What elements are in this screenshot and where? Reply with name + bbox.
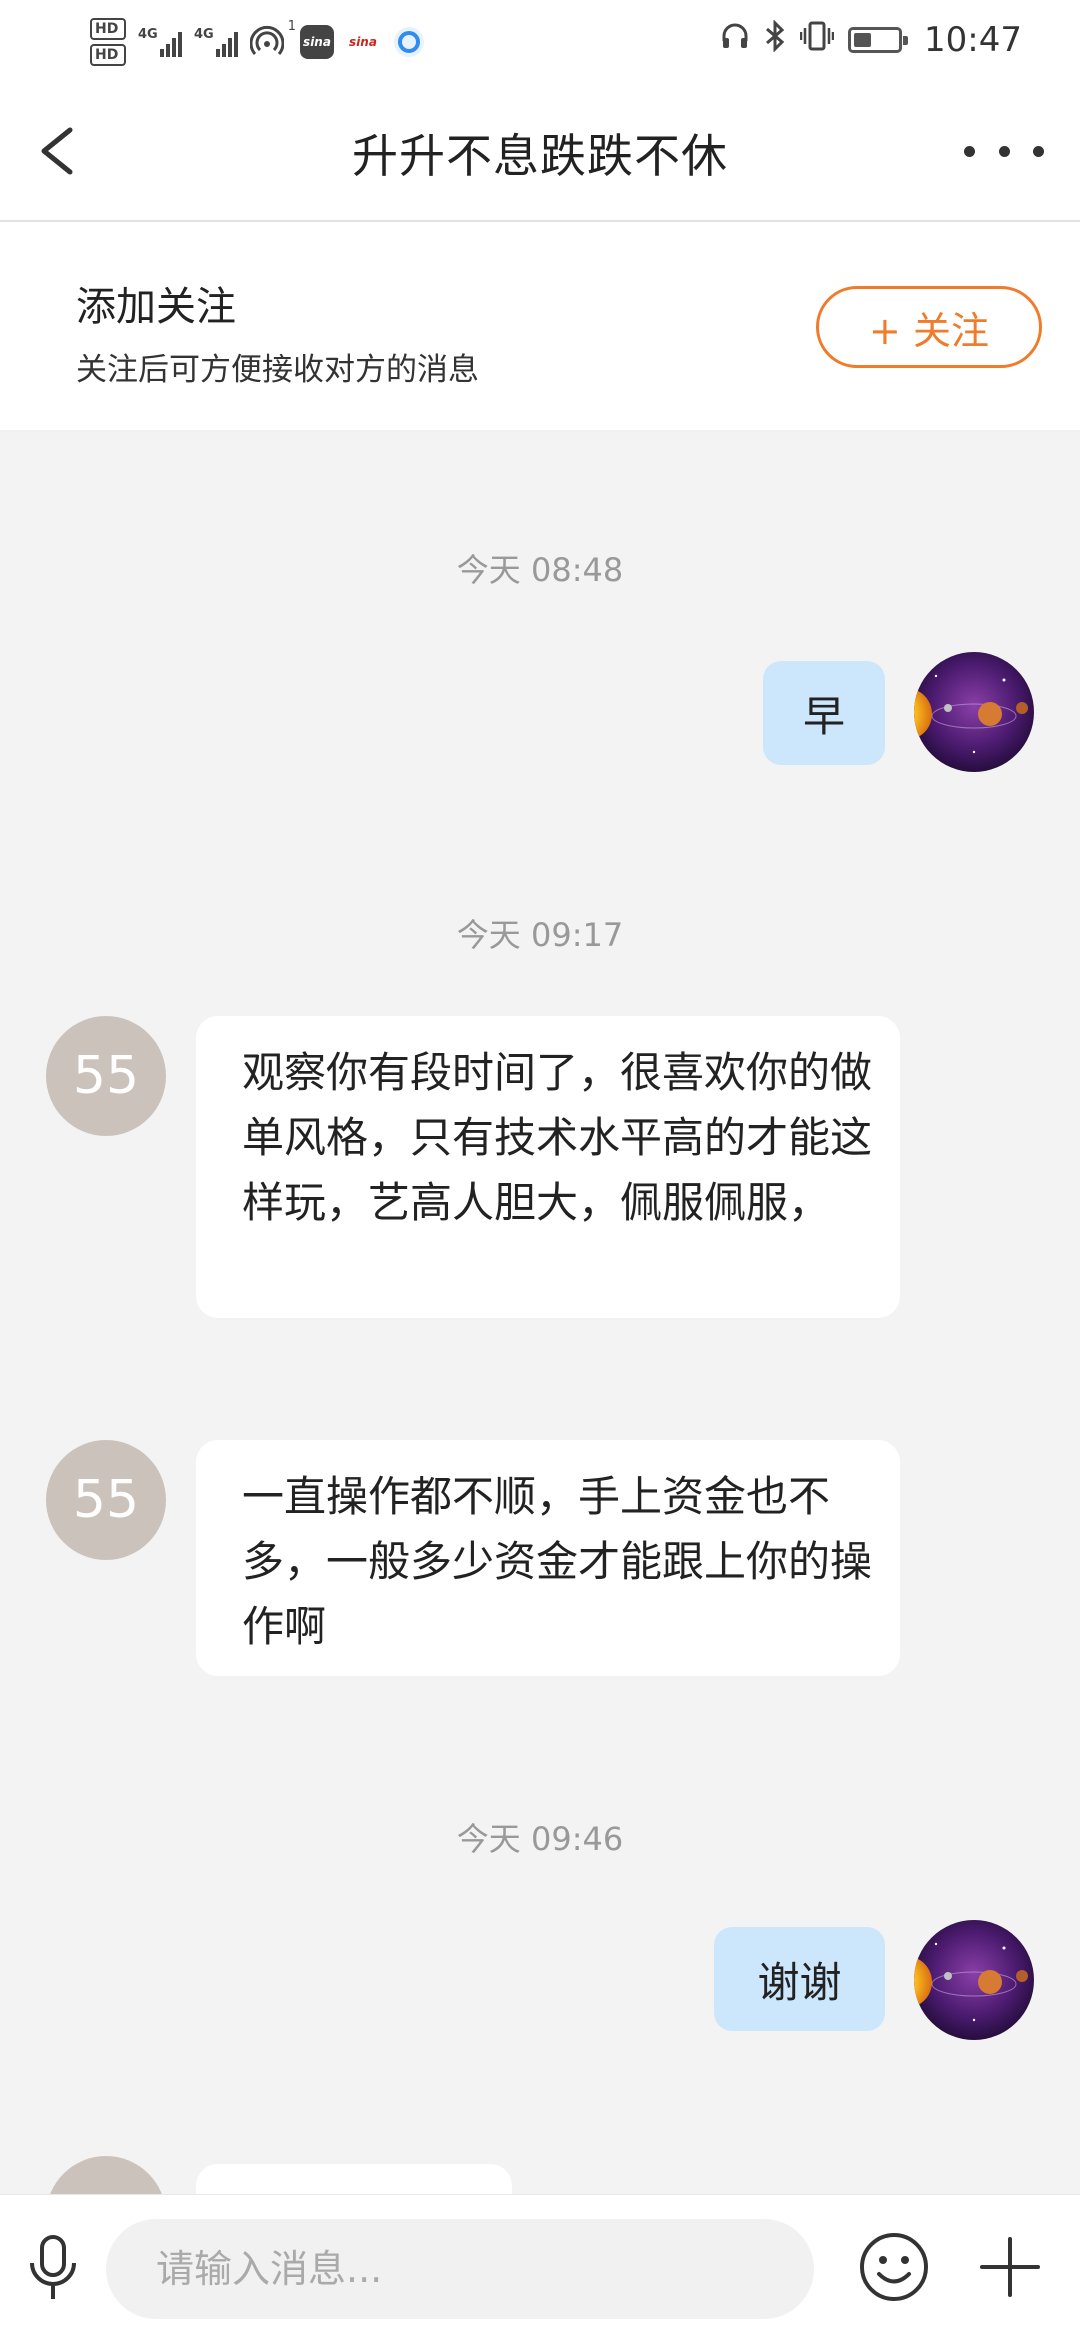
page-title: 升升不息跌跌不休 — [352, 129, 728, 183]
planet-avatar-image — [914, 1920, 1034, 2040]
message-bubble-incoming[interactable]: 一直操作都不顺，手上资金也不多，一般多少资金才能跟上你的操作啊 — [196, 1440, 900, 1676]
timestamp: 今天 09:46 — [456, 1820, 624, 1858]
follow-subtitle: 关注后可方便接收对方的消息 — [76, 352, 479, 388]
planet-avatar-image — [914, 652, 1034, 772]
follow-button[interactable]: + 关注 — [816, 286, 1042, 368]
hotspot-count: 1 — [287, 19, 296, 34]
signal-icon-2: 4G — [194, 27, 238, 57]
timestamp: 今天 09:17 — [456, 916, 624, 954]
message-input[interactable] — [106, 2219, 814, 2319]
chat-area[interactable]: 今天 08:48 早 今天 09:17 55 观察你有段时间了，很喜欢你的做单风… — [0, 430, 1080, 2194]
browser-app-icon — [392, 25, 426, 59]
more-actions-button[interactable] — [978, 2235, 1042, 2299]
status-bar: HD HD 4G 4G 1 sina sina 10:47 — [0, 0, 1080, 80]
voice-button[interactable] — [22, 2233, 84, 2303]
message-bubble-incoming-partial[interactable] — [196, 2164, 512, 2194]
vibrate-icon — [799, 20, 835, 61]
status-right: 10:47 — [720, 14, 1022, 66]
status-time: 10:47 — [924, 20, 1022, 60]
weibo-app-icon-2: sina — [349, 35, 377, 49]
my-avatar[interactable] — [914, 1920, 1034, 2040]
message-bubble-incoming[interactable]: 观察你有段时间了，很喜欢你的做单风格，只有技术水平高的才能这样玩，艺高人胆大，佩… — [196, 1016, 900, 1318]
contact-avatar[interactable]: 55 — [46, 1016, 166, 1136]
message-bubble-outgoing[interactable]: 早 — [763, 661, 885, 765]
network-type-1: 4G — [138, 27, 158, 42]
follow-card: 添加关注 关注后可方便接收对方的消息 + 关注 — [0, 222, 1080, 430]
signal-icon-1: 4G — [138, 27, 182, 57]
microphone-icon — [30, 2235, 76, 2299]
plus-icon — [980, 2237, 1040, 2297]
emoji-icon — [860, 2233, 928, 2301]
more-button[interactable] — [964, 126, 1044, 176]
hd-indicators: HD HD — [90, 18, 126, 66]
emoji-button[interactable] — [858, 2231, 930, 2303]
hd-badge-2: HD — [90, 44, 126, 66]
battery-icon — [848, 27, 909, 53]
status-left: HD HD 4G 4G 1 sina sina — [90, 12, 426, 72]
network-type-2: 4G — [194, 27, 214, 42]
contact-avatar-partial[interactable] — [46, 2156, 166, 2194]
follow-title: 添加关注 — [76, 284, 236, 330]
chat-header: 升升不息跌跌不休 — [0, 80, 1080, 222]
my-avatar[interactable] — [914, 652, 1034, 772]
more-dots-icon — [964, 145, 975, 157]
input-bar — [0, 2194, 1080, 2340]
weibo-app-icon: sina — [300, 25, 334, 59]
hd-badge-1: HD — [90, 18, 126, 40]
headphones-icon — [720, 20, 750, 60]
bluetooth-icon — [764, 18, 786, 61]
contact-avatar[interactable]: 55 — [46, 1440, 166, 1560]
message-bubble-outgoing[interactable]: 谢谢 — [714, 1927, 885, 2031]
timestamp: 今天 08:48 — [456, 551, 624, 589]
hotspot-icon: 1 — [249, 19, 296, 59]
